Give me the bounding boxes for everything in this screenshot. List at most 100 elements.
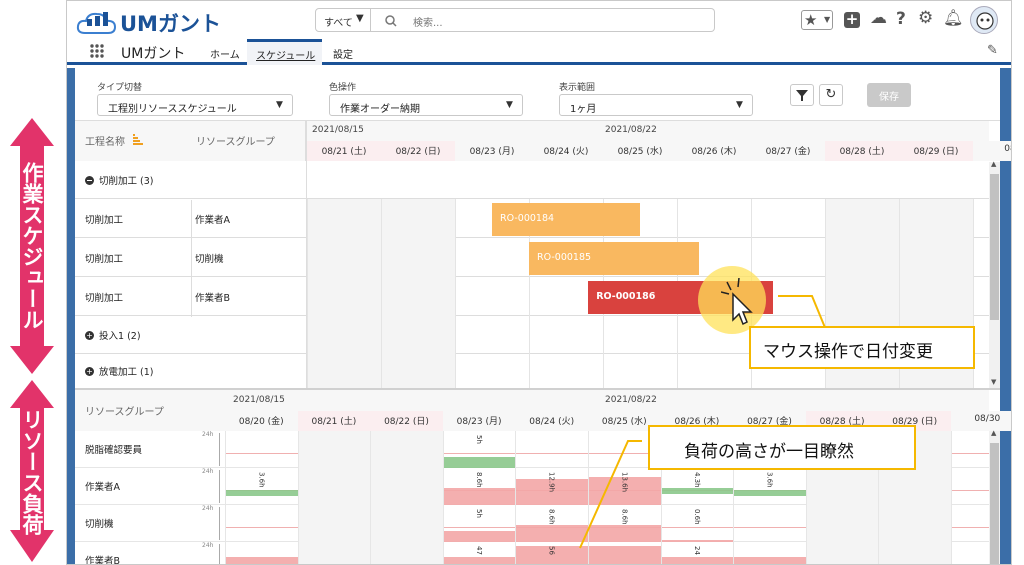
weekend-column (878, 505, 951, 542)
day-label: 08/25 (水) (617, 147, 663, 157)
group-row-cutting[interactable]: 切削加工 (3) (75, 162, 989, 199)
bell-icon[interactable]: 🔔︎ (943, 8, 963, 27)
scroll-up-icon[interactable]: ▲ (991, 429, 996, 437)
weekend-column (370, 505, 443, 542)
date-week-label: 2021/08/22 (605, 125, 657, 135)
col-header-group: リソースグループ (196, 137, 275, 148)
edit-pencil-icon[interactable]: ✎ (987, 43, 998, 58)
weekend-column (381, 199, 455, 389)
gantt-bar[interactable]: RO-000184 (492, 203, 640, 236)
load-resource-name: 作業者A (85, 482, 120, 493)
type-label: タイプ切替 (97, 83, 143, 93)
load-bar (661, 487, 734, 494)
day-header-cell: 08/30 (951, 411, 1011, 431)
load-axis (219, 507, 220, 540)
group-label: 放電加工 (1) (99, 367, 154, 378)
refresh-button[interactable]: ↻ (819, 84, 843, 106)
load-row[interactable]: 作業者B 24h 47 56 24 (75, 542, 989, 564)
day-grid-line (878, 468, 880, 505)
day-grid-line (225, 431, 226, 468)
day-grid-line (455, 199, 456, 389)
tab-schedule[interactable]: スケジュール (247, 39, 322, 65)
load-value-label: 4.3h (692, 472, 701, 488)
sort-icon[interactable] (133, 134, 143, 146)
trailhead-icon[interactable]: ☁ (870, 8, 887, 28)
load-bar (661, 556, 734, 564)
astro-avatar-icon (976, 12, 994, 30)
weekend-column (297, 468, 371, 505)
add-icon[interactable]: + (844, 12, 860, 28)
load-bar (589, 545, 661, 564)
day-label: 08/22 (日) (384, 417, 429, 427)
scroll-up-icon[interactable]: ▲ (991, 160, 996, 168)
load-value-label: 13.6h (620, 472, 629, 493)
annotation-schedule-label: 作業スケジュール (20, 162, 44, 330)
load-bar (516, 525, 588, 542)
scrollbar-thumb[interactable] (990, 174, 999, 320)
expand-icon[interactable]: + (85, 367, 94, 376)
filter-icon (796, 90, 808, 101)
schedule-scrollbar[interactable]: ▲ ▼ (989, 160, 1000, 389)
tab-schedule-label: スケジュール (256, 51, 316, 62)
load-axis (219, 544, 220, 564)
cloud-logo-icon (75, 7, 121, 35)
row-group: 作業者A (195, 215, 230, 226)
weekend-column (297, 431, 371, 468)
tab-home[interactable]: ホーム (210, 46, 240, 61)
filter-button[interactable] (790, 84, 814, 106)
day-grid-line (805, 542, 807, 564)
range-select[interactable]: 1ヶ月 ▼ (559, 94, 753, 116)
search-input[interactable]: 検索... (371, 8, 715, 32)
help-icon[interactable]: ? (896, 9, 906, 29)
day-grid-line (878, 505, 880, 542)
day-header-cell: 08/21 (土) (297, 411, 371, 431)
search-scope-select[interactable]: すべて ▼ (315, 8, 371, 32)
scrollbar-thumb[interactable] (990, 443, 999, 564)
avatar[interactable] (970, 6, 998, 34)
day-grid-line (951, 468, 952, 505)
load-row[interactable]: 作業者A 24h 3.6h 8.6h 12.9h 13.6h 4.3h 3.6h (75, 468, 989, 505)
day-grid-line (297, 468, 299, 505)
day-label: 08/27 (金) (765, 147, 811, 157)
day-grid-line (515, 431, 517, 468)
gantt-bar[interactable]: RO-000185 (529, 242, 700, 275)
load-value-label: 8.6h (475, 472, 484, 488)
day-header-cell: 08/23 (月) (455, 141, 529, 161)
day-label: 08/24 (火) (543, 147, 589, 157)
nav-app-name: UMガント (121, 46, 186, 62)
schedule-date-header: 2021/08/15 2021/08/22 08/21 (土) 08/22 (日)… (307, 121, 1011, 161)
load-axis-label: 24h (202, 505, 214, 512)
weekend-column (878, 542, 951, 564)
gear-icon[interactable]: ⚙ (918, 8, 933, 28)
day-label: 08/23 (月) (469, 147, 515, 157)
tab-settings[interactable]: 設定 (333, 46, 353, 61)
day-grid-line (225, 468, 226, 505)
day-grid-line (297, 431, 299, 468)
expand-icon[interactable]: + (85, 331, 94, 340)
col-header-process[interactable]: 工程名称 (85, 133, 125, 148)
date-week-label: 2021/08/15 (233, 395, 285, 405)
day-grid-line (370, 542, 372, 564)
day-grid-line (307, 199, 308, 389)
refresh-icon: ↻ (825, 87, 837, 102)
chevron-down-icon: ▼ (356, 13, 364, 24)
day-label: 08/22 (日) (395, 147, 441, 157)
load-value-label: 3.6h (765, 472, 774, 488)
color-select[interactable]: 作業オーダー納期 ▼ (329, 94, 523, 116)
row-process: 切削加工 (85, 293, 124, 304)
browser-frame: UMガント すべて ▼ 検索... ★ ▼ + ☁ ? ⚙ 🔔︎ UMガント ホ… (66, 0, 1012, 565)
load-row[interactable]: 切削機 24h 5h 8.6h 8.6h 0.6h (75, 505, 989, 542)
load-scrollbar[interactable]: ▲ (989, 429, 1000, 564)
favorites-button[interactable]: ★ ▼ (801, 10, 833, 30)
day-grid-line (297, 505, 299, 542)
day-label: 08/28 (土) (839, 147, 885, 157)
range-label: 表示範囲 (559, 83, 596, 93)
app-launcher-icon[interactable] (89, 43, 105, 59)
save-button[interactable]: 保存 (867, 83, 911, 107)
load-value-label: 5h (475, 435, 484, 444)
group-label: 投入1 (2) (99, 331, 141, 342)
type-select[interactable]: 工程別リソーススケジュール ▼ (97, 94, 293, 116)
weekend-column (297, 542, 371, 564)
load-bar (443, 556, 516, 564)
scroll-down-icon[interactable]: ▼ (991, 378, 996, 386)
